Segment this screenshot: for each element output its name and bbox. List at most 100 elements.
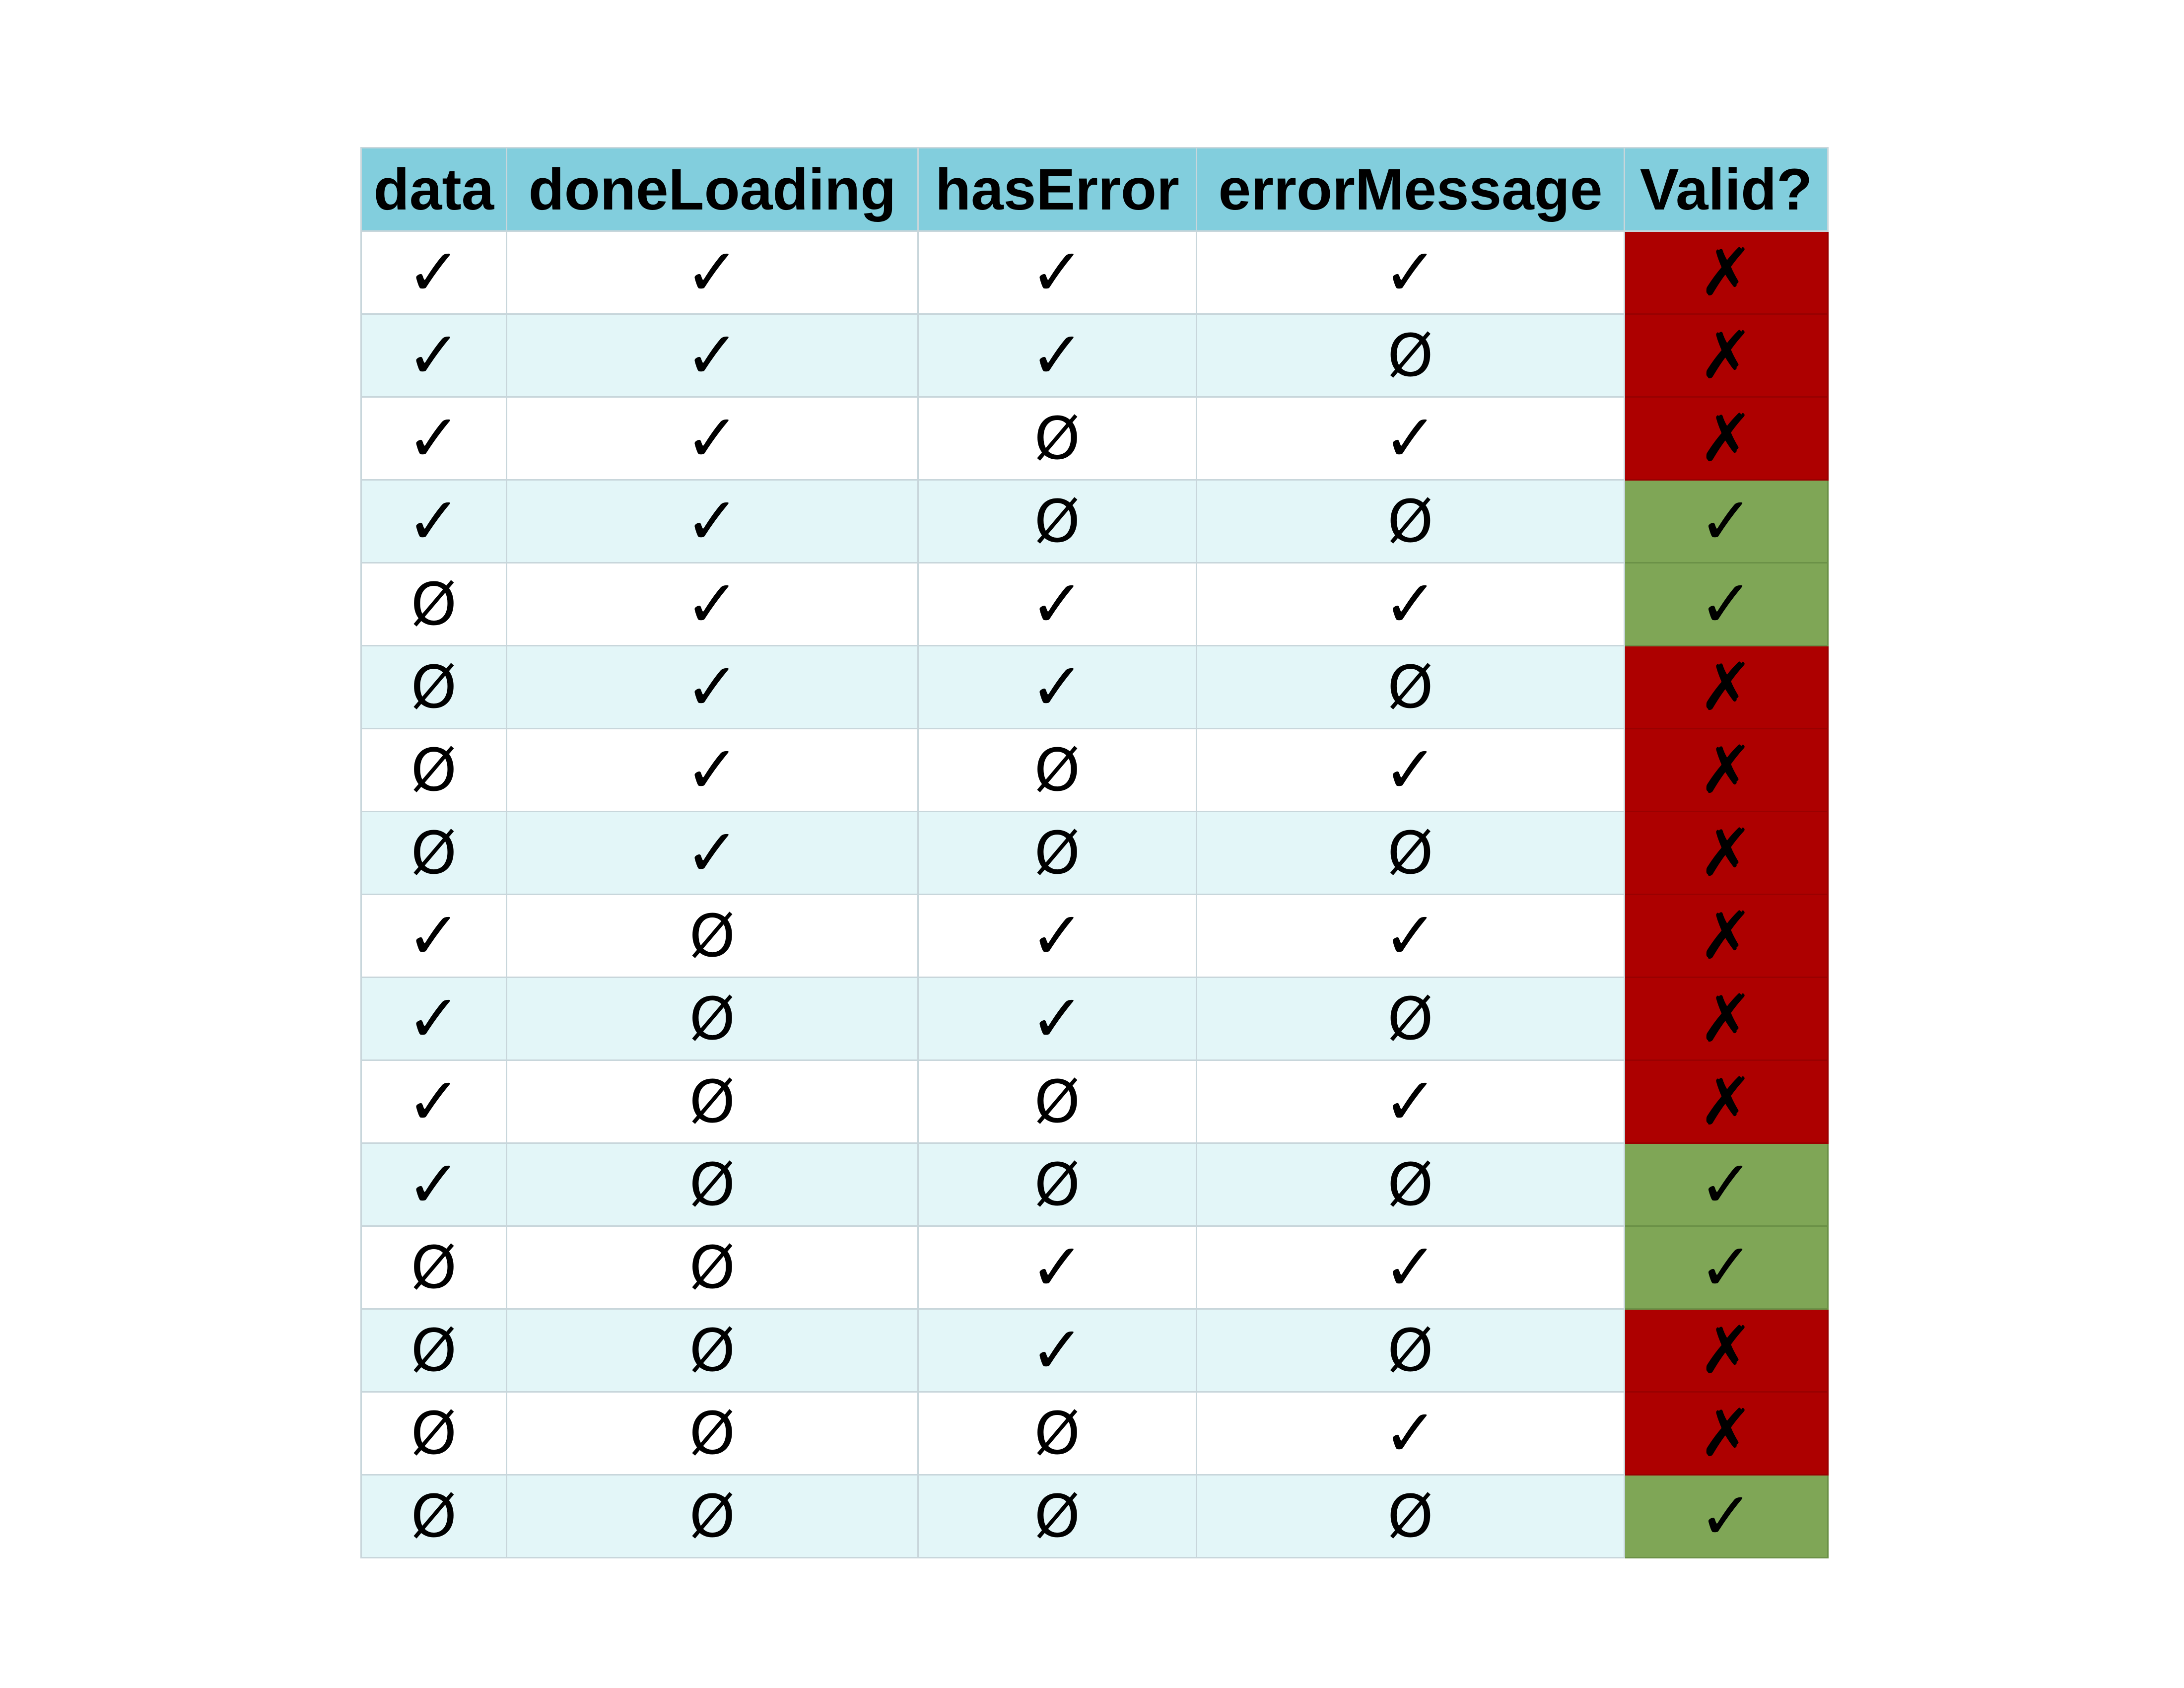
cell-has-error: ✓ xyxy=(917,1225,1197,1310)
cell-data: Ø xyxy=(360,1474,507,1558)
table-row: ✓ Ø Ø ✓ ✗ xyxy=(360,1059,1829,1144)
table-row: Ø Ø Ø ✓ ✗ xyxy=(360,1391,1829,1476)
cell-valid: ✗ xyxy=(1624,645,1829,729)
table-row: ✓ ✓ Ø ✓ ✗ xyxy=(360,396,1829,481)
table-row: ✓ ✓ ✓ Ø ✗ xyxy=(360,313,1829,398)
cell-valid: ✓ xyxy=(1624,562,1829,646)
table-row: ✓ Ø ✓ Ø ✗ xyxy=(360,977,1829,1061)
cell-done-loading: Ø xyxy=(506,1474,919,1558)
cell-valid: ✓ xyxy=(1624,479,1829,563)
cell-valid: ✗ xyxy=(1624,1059,1829,1144)
cell-error-message: Ø xyxy=(1196,1308,1625,1393)
cell-error-message: Ø xyxy=(1196,1474,1625,1558)
cell-done-loading: ✓ xyxy=(506,562,919,646)
cell-done-loading: Ø xyxy=(506,977,919,1061)
cell-data: Ø xyxy=(360,1308,507,1393)
cell-valid: ✗ xyxy=(1624,230,1829,315)
table-row: ✓ Ø Ø Ø ✓ xyxy=(360,1142,1829,1227)
cell-data: Ø xyxy=(360,728,507,812)
cell-error-message: ✓ xyxy=(1196,230,1625,315)
cell-error-message: ✓ xyxy=(1196,396,1625,481)
cell-valid: ✗ xyxy=(1624,728,1829,812)
cell-has-error: ✓ xyxy=(917,1308,1197,1393)
header-has-error: hasError xyxy=(917,147,1197,232)
cell-valid: ✓ xyxy=(1624,1225,1829,1310)
cell-has-error: ✓ xyxy=(917,894,1197,978)
cell-valid: ✗ xyxy=(1624,977,1829,1061)
cell-has-error: Ø xyxy=(917,479,1197,563)
cell-has-error: Ø xyxy=(917,1059,1197,1144)
cell-done-loading: ✓ xyxy=(506,396,919,481)
cell-valid: ✗ xyxy=(1624,313,1829,398)
table-row: Ø ✓ Ø ✓ ✗ xyxy=(360,728,1829,812)
cell-done-loading: ✓ xyxy=(506,645,919,729)
cell-done-loading: ✓ xyxy=(506,479,919,563)
cell-valid: ✗ xyxy=(1624,1308,1829,1393)
cell-data: ✓ xyxy=(360,1059,507,1144)
cell-data: Ø xyxy=(360,811,507,895)
cell-error-message: Ø xyxy=(1196,479,1625,563)
cell-error-message: Ø xyxy=(1196,811,1625,895)
cell-has-error: ✓ xyxy=(917,645,1197,729)
cell-valid: ✗ xyxy=(1624,396,1829,481)
cell-has-error: ✓ xyxy=(917,313,1197,398)
cell-data: Ø xyxy=(360,562,507,646)
header-error-message: errorMessage xyxy=(1196,147,1625,232)
cell-error-message: ✓ xyxy=(1196,1059,1625,1144)
cell-data: ✓ xyxy=(360,479,507,563)
cell-data: ✓ xyxy=(360,396,507,481)
cell-has-error: Ø xyxy=(917,1474,1197,1558)
cell-has-error: ✓ xyxy=(917,230,1197,315)
cell-has-error: Ø xyxy=(917,728,1197,812)
cell-error-message: Ø xyxy=(1196,313,1625,398)
cell-error-message: Ø xyxy=(1196,977,1625,1061)
cell-error-message: ✓ xyxy=(1196,1391,1625,1476)
cell-valid: ✗ xyxy=(1624,894,1829,978)
cell-done-loading: ✓ xyxy=(506,230,919,315)
cell-error-message: ✓ xyxy=(1196,728,1625,812)
cell-error-message: Ø xyxy=(1196,645,1625,729)
cell-error-message: ✓ xyxy=(1196,1225,1625,1310)
table-row: Ø Ø ✓ Ø ✗ xyxy=(360,1308,1829,1393)
header-valid: Valid? xyxy=(1624,147,1829,232)
cell-has-error: Ø xyxy=(917,396,1197,481)
cell-done-loading: Ø xyxy=(506,1391,919,1476)
table-row: Ø ✓ ✓ ✓ ✓ xyxy=(360,562,1829,646)
cell-done-loading: Ø xyxy=(506,1225,919,1310)
header-done-loading: doneLoading xyxy=(506,147,919,232)
truth-table: data doneLoading hasError errorMessage V… xyxy=(360,147,1829,1558)
cell-error-message: ✓ xyxy=(1196,562,1625,646)
cell-has-error: Ø xyxy=(917,811,1197,895)
table-body: ✓ ✓ ✓ ✓ ✗ ✓ ✓ ✓ Ø ✗ ✓ ✓ Ø ✓ ✗ ✓ ✓ Ø Ø ✓ Ø ✓ ✓ ✓ ✓ Ø ✓ ✓ Ø ✗ Ø ✓ Ø ✓ ✗ Ø ✓ Ø Ø ✗… xyxy=(360,230,1829,1558)
cell-done-loading: ✓ xyxy=(506,313,919,398)
cell-data: ✓ xyxy=(360,313,507,398)
table-row: Ø ✓ ✓ Ø ✗ xyxy=(360,645,1829,729)
cell-valid: ✗ xyxy=(1624,1391,1829,1476)
cell-data: ✓ xyxy=(360,1142,507,1227)
cell-done-loading: ✓ xyxy=(506,811,919,895)
cell-valid: ✓ xyxy=(1624,1474,1829,1558)
table-row: ✓ Ø ✓ ✓ ✗ xyxy=(360,894,1829,978)
cell-error-message: Ø xyxy=(1196,1142,1625,1227)
cell-done-loading: Ø xyxy=(506,1308,919,1393)
cell-valid: ✓ xyxy=(1624,1142,1829,1227)
cell-data: Ø xyxy=(360,1391,507,1476)
table-row: ✓ ✓ Ø Ø ✓ xyxy=(360,479,1829,563)
table-row: Ø Ø Ø Ø ✓ xyxy=(360,1474,1829,1558)
cell-done-loading: Ø xyxy=(506,1059,919,1144)
cell-data: ✓ xyxy=(360,230,507,315)
cell-has-error: ✓ xyxy=(917,977,1197,1061)
cell-done-loading: Ø xyxy=(506,894,919,978)
table-row: Ø Ø ✓ ✓ ✓ xyxy=(360,1225,1829,1310)
header-row: data doneLoading hasError errorMessage V… xyxy=(360,147,1829,232)
cell-done-loading: ✓ xyxy=(506,728,919,812)
cell-done-loading: Ø xyxy=(506,1142,919,1227)
cell-data: ✓ xyxy=(360,977,507,1061)
cell-has-error: Ø xyxy=(917,1391,1197,1476)
cell-error-message: ✓ xyxy=(1196,894,1625,978)
cell-has-error: ✓ xyxy=(917,562,1197,646)
cell-data: Ø xyxy=(360,1225,507,1310)
cell-has-error: Ø xyxy=(917,1142,1197,1227)
header-data: data xyxy=(360,147,507,232)
table-row: Ø ✓ Ø Ø ✗ xyxy=(360,811,1829,895)
